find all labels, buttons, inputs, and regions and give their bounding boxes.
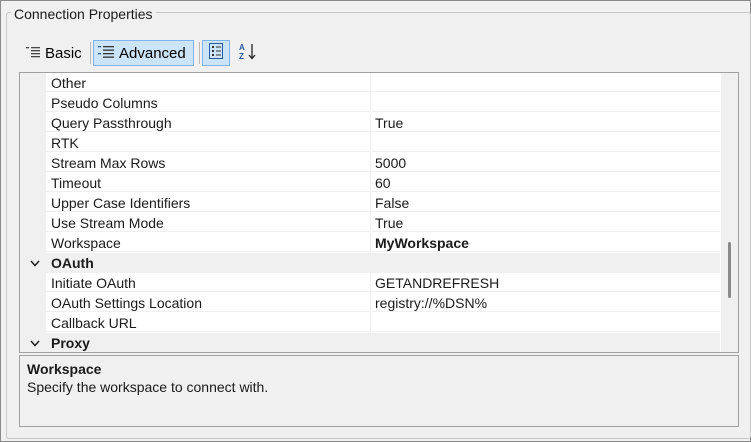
category-label: OAuth: [51, 255, 94, 271]
advanced-list-icon: [98, 45, 114, 62]
category-oauth[interactable]: OAuth: [20, 253, 720, 273]
property-name: Timeout: [46, 173, 371, 192]
property-toolbar: Basic Advanced A Z: [19, 38, 739, 68]
property-name: Query Passthrough: [46, 113, 371, 132]
property-row[interactable]: Pseudo Columns: [20, 93, 720, 113]
property-value[interactable]: 60: [372, 173, 720, 192]
property-row-selected[interactable]: Workspace MyWorkspace: [20, 233, 720, 253]
property-row[interactable]: Stream Max Rows 5000: [20, 153, 720, 173]
toolbar-separator: [199, 42, 200, 64]
property-name: Initiate OAuth: [46, 273, 371, 292]
group-title: Connection Properties: [11, 6, 156, 22]
vertical-scrollbar[interactable]: [721, 73, 738, 352]
description-text: Specify the workspace to connect with.: [27, 379, 269, 395]
property-row[interactable]: Use Stream Mode True: [20, 213, 720, 233]
list-icon: [26, 45, 40, 62]
property-row[interactable]: Query Passthrough True: [20, 113, 720, 133]
toolbar-separator: [90, 42, 91, 64]
sort-az-icon: A Z: [238, 42, 258, 64]
properties-window: Connection Properties Basic Advanced A Z…: [0, 0, 751, 442]
advanced-button[interactable]: Advanced: [93, 40, 194, 66]
advanced-button-label: Advanced: [119, 44, 186, 62]
property-value[interactable]: [372, 73, 720, 92]
property-row[interactable]: Other: [20, 73, 720, 93]
property-value[interactable]: GETANDREFRESH: [372, 273, 720, 292]
property-row[interactable]: OAuth Settings Location registry://%DSN%: [20, 293, 720, 313]
category-label: Proxy: [51, 335, 90, 351]
property-row[interactable]: Timeout 60: [20, 173, 720, 193]
chevron-down-icon[interactable]: [28, 253, 42, 273]
property-name: Upper Case Identifiers: [46, 193, 371, 212]
property-value[interactable]: True: [372, 213, 720, 232]
property-value[interactable]: [372, 133, 720, 152]
property-value[interactable]: [372, 93, 720, 112]
basic-button[interactable]: Basic: [21, 40, 85, 66]
property-grid: Other Pseudo Columns Query Passthrough T…: [19, 72, 739, 353]
property-row[interactable]: Callback URL: [20, 313, 720, 333]
property-value[interactable]: [372, 313, 720, 332]
property-name: Workspace: [46, 233, 371, 252]
property-name: Stream Max Rows: [46, 153, 371, 172]
description-panel: Workspace Specify the workspace to conne…: [19, 355, 739, 427]
alphabetical-button[interactable]: A Z: [234, 40, 262, 66]
property-value[interactable]: MyWorkspace: [372, 233, 720, 252]
svg-text:Z: Z: [239, 52, 244, 60]
property-name: Other: [46, 73, 371, 92]
scrollbar-thumb[interactable]: [728, 242, 731, 298]
description-title: Workspace: [27, 361, 102, 377]
category-proxy[interactable]: Proxy: [20, 333, 720, 352]
property-row[interactable]: Upper Case Identifiers False: [20, 193, 720, 213]
chevron-down-icon[interactable]: [28, 333, 42, 352]
property-name: Pseudo Columns: [46, 93, 371, 112]
property-name: RTK: [46, 133, 371, 152]
basic-button-label: Basic: [45, 44, 82, 62]
property-row[interactable]: RTK: [20, 133, 720, 153]
property-value[interactable]: False: [372, 193, 720, 212]
property-value[interactable]: True: [372, 113, 720, 132]
property-name: OAuth Settings Location: [46, 293, 371, 312]
property-row[interactable]: Initiate OAuth GETANDREFRESH: [20, 273, 720, 293]
property-name: Use Stream Mode: [46, 213, 371, 232]
svg-text:A: A: [239, 43, 245, 52]
property-value[interactable]: 5000: [372, 153, 720, 172]
categorized-icon: [209, 43, 223, 63]
categorized-button[interactable]: [202, 40, 230, 66]
property-value[interactable]: registry://%DSN%: [372, 293, 720, 312]
property-name: Callback URL: [46, 313, 371, 332]
